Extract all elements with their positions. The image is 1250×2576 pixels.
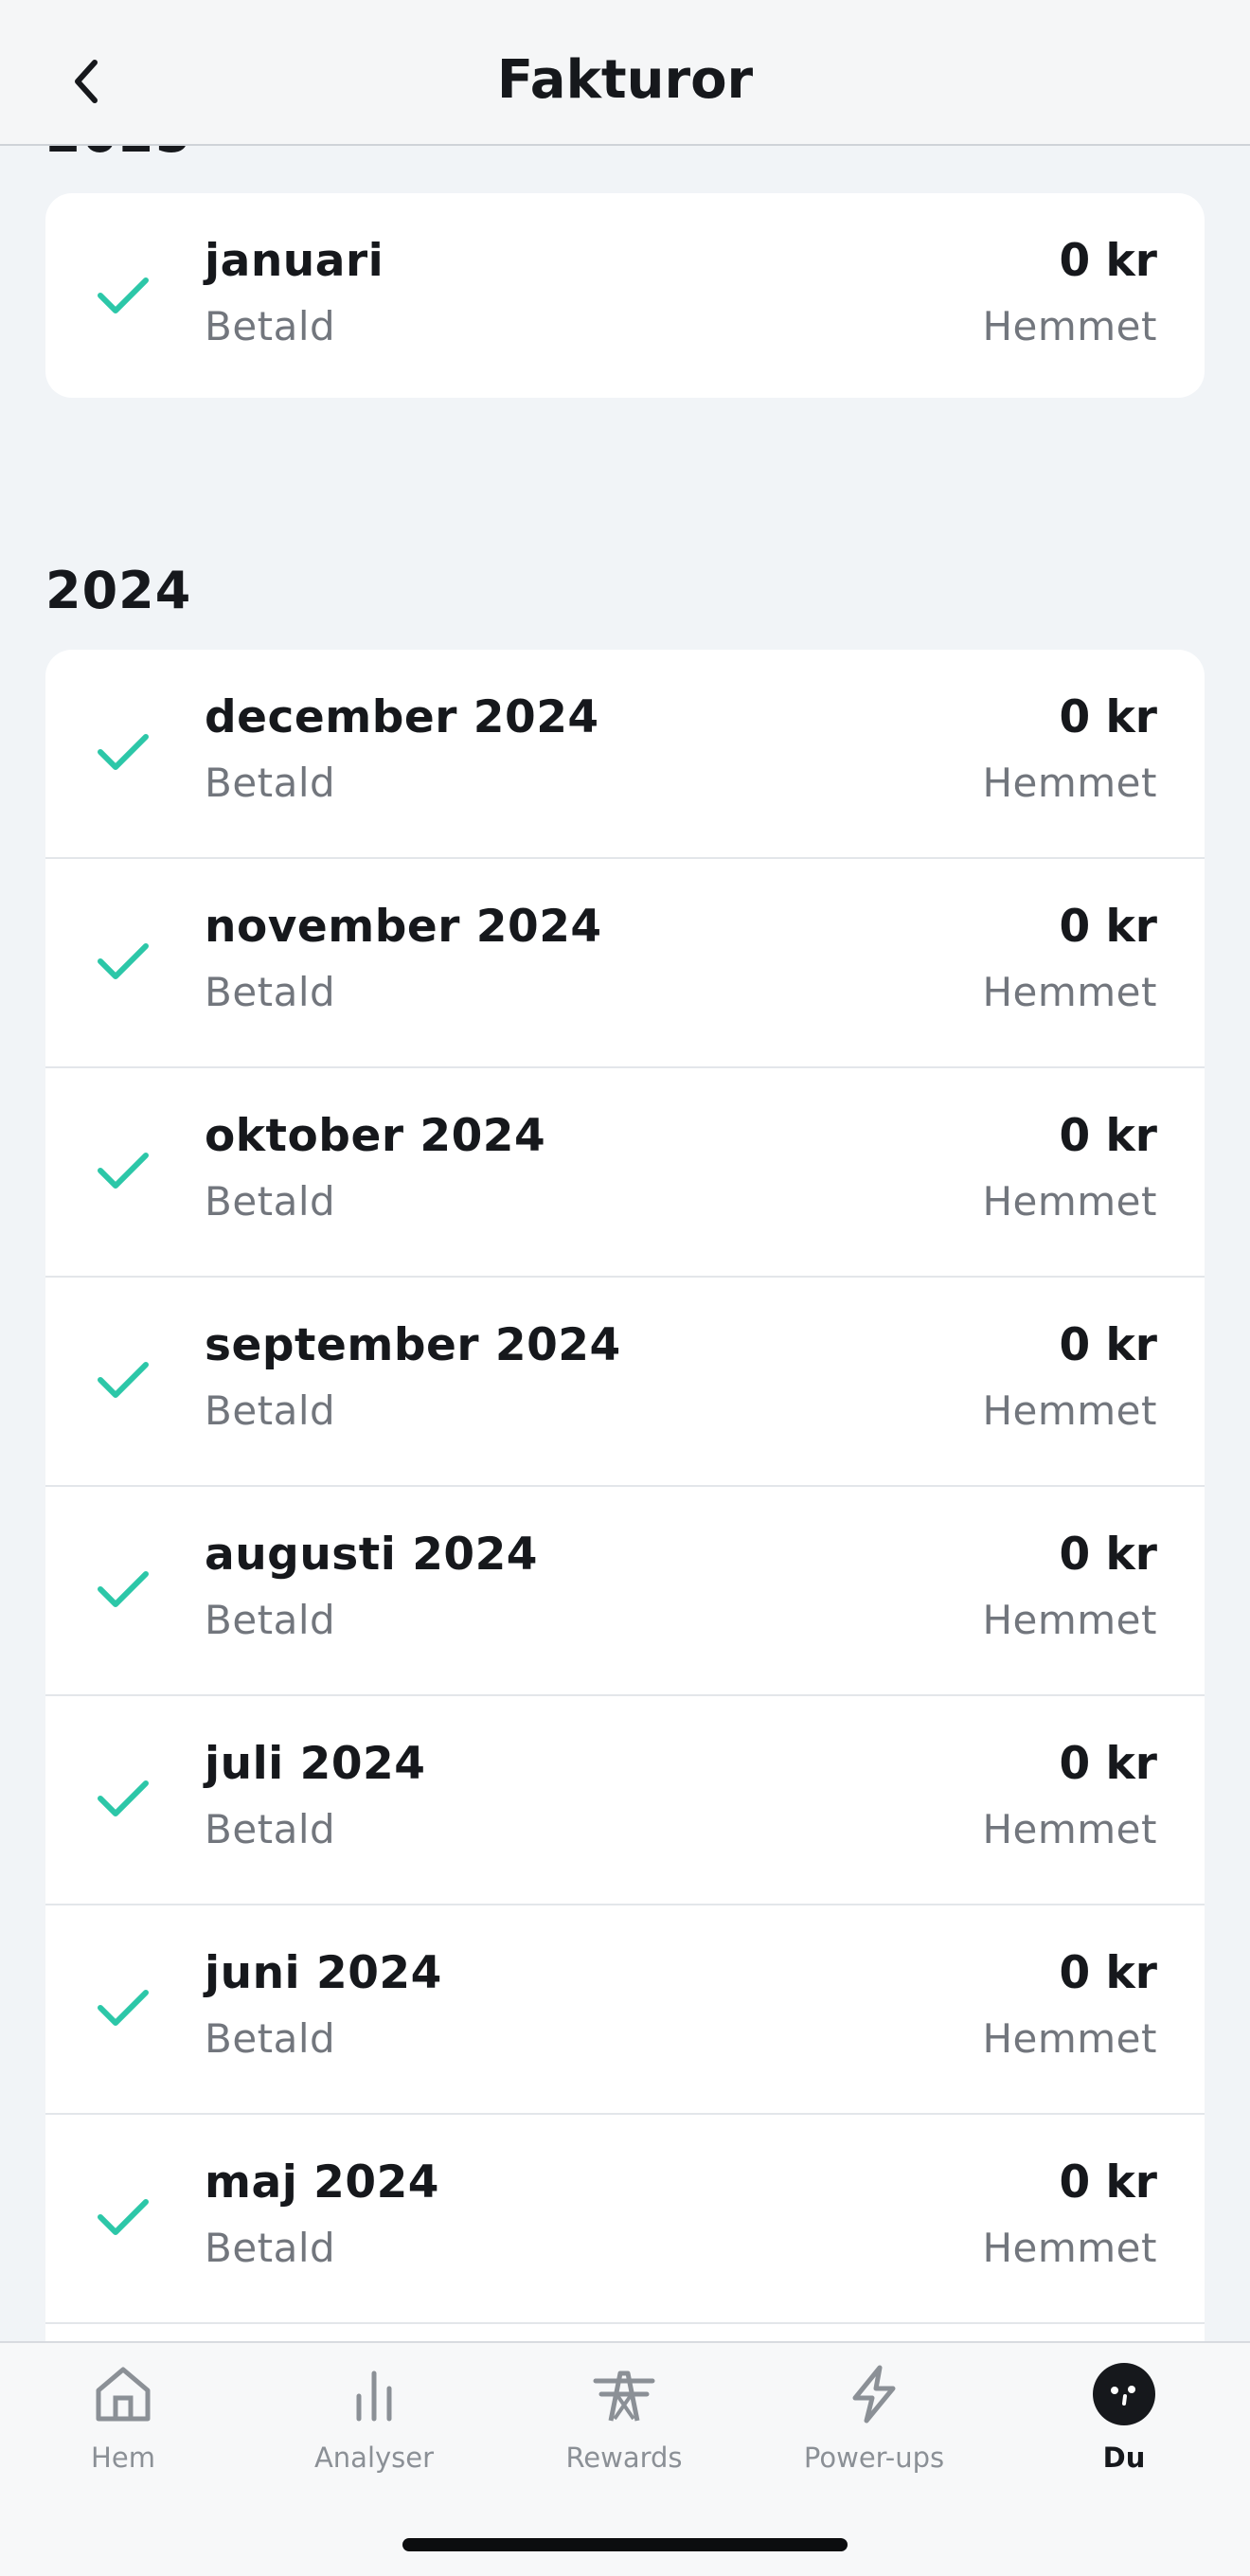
- top-bar: Fakturor: [0, 0, 1250, 146]
- check-icon: [98, 1990, 149, 2026]
- invoice-status: Betald: [205, 2225, 336, 2271]
- invoice-status: Betald: [205, 1387, 336, 1434]
- tab-label: Analyser: [313, 2442, 435, 2474]
- invoice-row[interactable]: [45, 2324, 1205, 2341]
- invoice-amount: 0 kr: [1059, 235, 1157, 287]
- check-icon: [98, 1153, 149, 1189]
- invoice-status: Betald: [205, 969, 336, 1015]
- invoice-status: Betald: [205, 2015, 336, 2062]
- lightning-icon: [852, 2365, 896, 2424]
- tab-hem[interactable]: Hem: [28, 2360, 218, 2502]
- invoice-status: Betald: [205, 1178, 336, 1225]
- invoice-row[interactable]: augusti 2024 Betald 0 kr Hemmet: [45, 1487, 1205, 1696]
- home-indicator[interactable]: [402, 2538, 848, 2551]
- invoice-row[interactable]: oktober 2024 Betald 0 kr Hemmet: [45, 1068, 1205, 1278]
- tab-rewards[interactable]: Rewards: [529, 2360, 719, 2502]
- check-icon: [98, 1362, 149, 1398]
- invoice-amount: 0 kr: [1059, 691, 1157, 743]
- invoice-method: Hemmet: [982, 969, 1157, 1015]
- check-icon: [98, 277, 149, 313]
- tab-label: Du: [1102, 2442, 1146, 2474]
- invoice-row[interactable]: december 2024 Betald 0 kr Hemmet: [45, 650, 1205, 859]
- invoice-month: januari: [205, 235, 384, 287]
- invoice-method: Hemmet: [982, 1178, 1157, 1225]
- tab-label: Hem: [91, 2442, 155, 2474]
- invoice-method: Hemmet: [982, 1387, 1157, 1434]
- invoice-card-2025: januari Betald 0 kr Hemmet: [45, 193, 1205, 398]
- invoice-amount: 0 kr: [1059, 1947, 1157, 1999]
- invoice-month: september 2024: [205, 1319, 621, 1371]
- invoice-method: Hemmet: [982, 2225, 1157, 2271]
- invoice-row[interactable]: juni 2024 Betald 0 kr Hemmet: [45, 1905, 1205, 2115]
- invoice-amount: 0 kr: [1059, 1529, 1157, 1581]
- check-icon: [98, 734, 149, 770]
- invoice-row[interactable]: september 2024 Betald 0 kr Hemmet: [45, 1278, 1205, 1487]
- invoice-amount: 0 kr: [1059, 901, 1157, 953]
- tab-analyser[interactable]: Analyser: [279, 2360, 469, 2502]
- invoice-scroll-area[interactable]: 2025 januari Betald 0 kr Hemmet 2024 dec…: [0, 0, 1250, 2341]
- invoice-status: Betald: [205, 1597, 336, 1643]
- tab-power-ups[interactable]: Power-ups: [779, 2360, 969, 2502]
- year-heading-2024: 2024: [45, 561, 192, 620]
- check-icon: [98, 1780, 149, 1816]
- invoice-month: juli 2024: [205, 1738, 426, 1790]
- invoice-method: Hemmet: [982, 303, 1157, 349]
- power-tower-icon: [593, 2370, 655, 2422]
- tab-du[interactable]: Du: [1029, 2360, 1219, 2502]
- invoice-row[interactable]: januari Betald 0 kr Hemmet: [45, 193, 1205, 398]
- invoice-status: Betald: [205, 303, 336, 349]
- check-icon: [98, 2199, 149, 2235]
- invoice-row[interactable]: november 2024 Betald 0 kr Hemmet: [45, 859, 1205, 1068]
- check-icon: [98, 1571, 149, 1607]
- invoice-row[interactable]: maj 2024 Betald 0 kr Hemmet: [45, 2115, 1205, 2324]
- invoice-amount: 0 kr: [1059, 1110, 1157, 1162]
- invoice-method: Hemmet: [982, 760, 1157, 806]
- tab-label: Rewards: [565, 2442, 683, 2474]
- invoice-method: Hemmet: [982, 1597, 1157, 1643]
- invoice-method: Hemmet: [982, 2015, 1157, 2062]
- check-icon: [98, 943, 149, 979]
- invoice-method: Hemmet: [982, 1806, 1157, 1852]
- invoice-month: november 2024: [205, 901, 602, 953]
- invoice-amount: 0 kr: [1059, 2156, 1157, 2209]
- home-icon: [96, 2367, 151, 2422]
- profile-face-icon: [1093, 2363, 1155, 2425]
- invoice-month: december 2024: [205, 691, 599, 743]
- app-screen: 2025 januari Betald 0 kr Hemmet 2024 dec…: [0, 0, 1250, 2576]
- invoice-month: maj 2024: [205, 2156, 439, 2209]
- page-title: Fakturor: [496, 49, 754, 111]
- invoice-card-2024: december 2024 Betald 0 kr Hemmet november 20…: [45, 650, 1205, 2341]
- invoice-status: Betald: [205, 1806, 336, 1852]
- invoice-month: oktober 2024: [205, 1110, 546, 1162]
- invoice-amount: 0 kr: [1059, 1738, 1157, 1790]
- invoice-amount: 0 kr: [1059, 1319, 1157, 1371]
- tab-label: Power-ups: [803, 2442, 945, 2474]
- invoice-month: juni 2024: [205, 1947, 442, 1999]
- bar-chart-icon: [356, 2370, 392, 2422]
- invoice-month: augusti 2024: [205, 1529, 539, 1581]
- invoice-status: Betald: [205, 760, 336, 806]
- invoice-row[interactable]: juli 2024 Betald 0 kr Hemmet: [45, 1696, 1205, 1905]
